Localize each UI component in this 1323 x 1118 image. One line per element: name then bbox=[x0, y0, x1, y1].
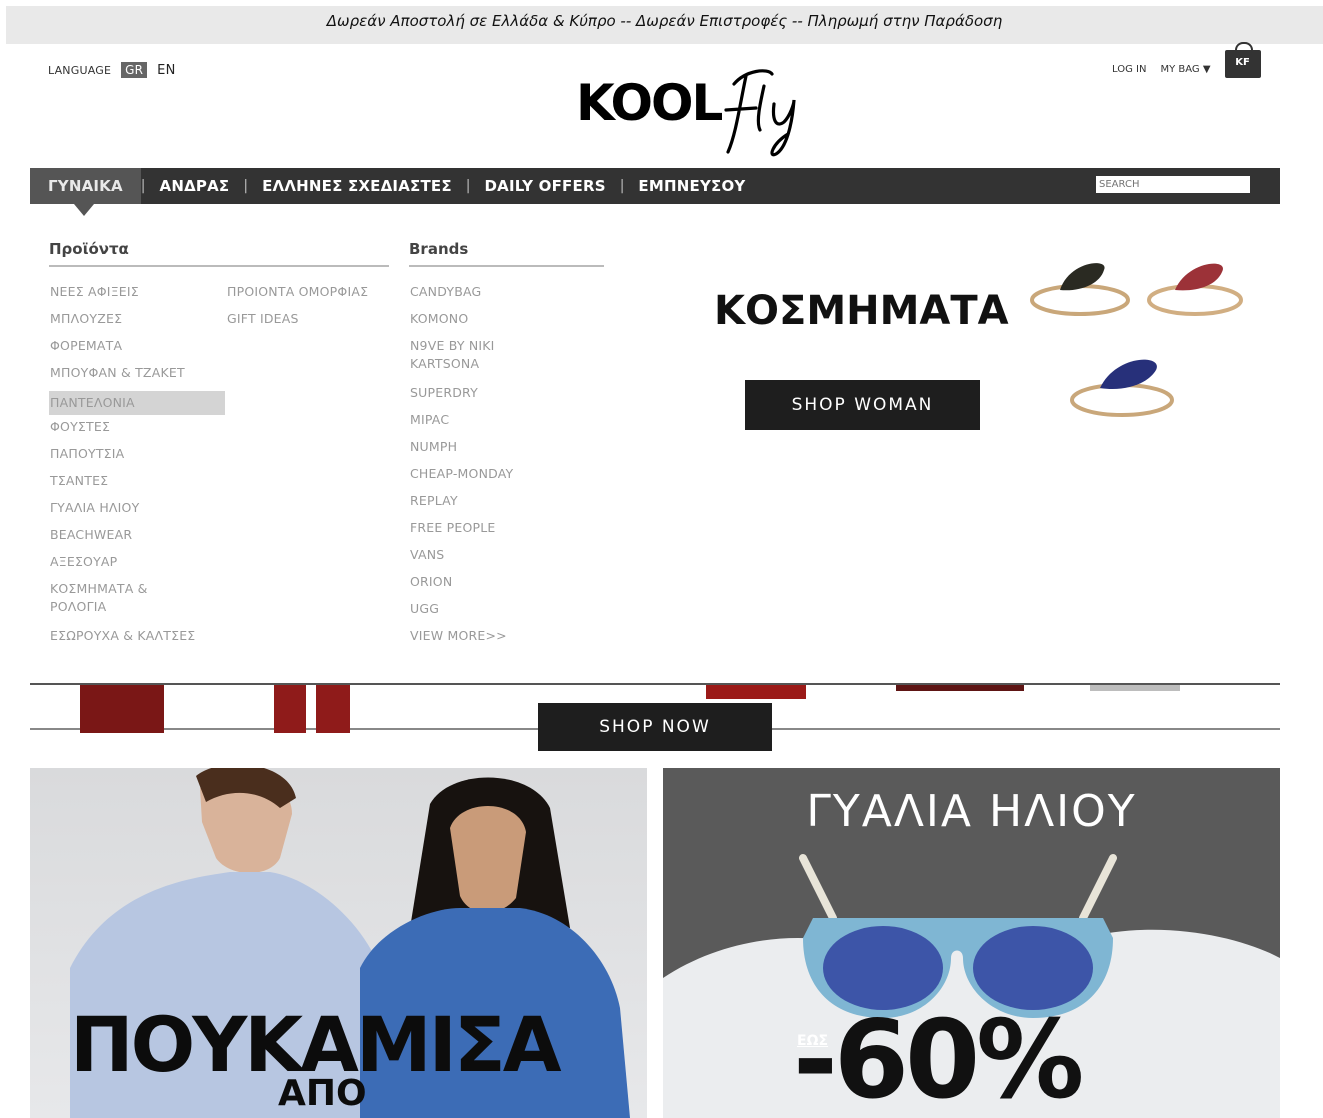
brand-item[interactable]: NUMPH bbox=[409, 438, 585, 465]
brand-item[interactable]: VANS bbox=[409, 546, 585, 573]
menu-item-skirts[interactable]: ΦΟΥΣΤΕΣ bbox=[49, 418, 225, 445]
menu-item-blouses[interactable]: ΜΠΛΟΥΖΕΣ bbox=[49, 310, 225, 337]
lang-gr-button[interactable]: GR bbox=[121, 62, 148, 78]
shop-now-button[interactable]: SHOP NOW bbox=[538, 703, 772, 751]
brand-item[interactable]: CHEAP-MONDAY bbox=[409, 465, 585, 492]
menu-item-gift-ideas[interactable]: GIFT IDEAS bbox=[226, 310, 402, 337]
nav-item-greek-designers[interactable]: ΕΛΛΗΝΕΣ ΣΧΕΔΙΑΣΤΕΣ bbox=[248, 168, 466, 204]
shirts-subline: ΑΠΟ bbox=[278, 1073, 367, 1114]
products-column-1: ΝΕΕΣ ΑΦΙΞΕΙΣ ΜΠΛΟΥΖΕΣ ΦΟΡΕΜΑΤΑ ΜΠΟΥΦΑΝ &… bbox=[49, 283, 225, 654]
login-link[interactable]: LOG IN bbox=[1112, 64, 1146, 75]
nav-item-inspire[interactable]: ΕΜΠΝΕΥΣΟΥ bbox=[624, 168, 759, 204]
menu-item-underwear[interactable]: ΕΣΩΡΟΥΧΑ & ΚΑΛΤΣΕΣ bbox=[49, 627, 225, 654]
menu-item-bags[interactable]: ΤΣΑΝΤΕΣ bbox=[49, 472, 225, 499]
sunglasses-banner[interactable]: ΓΥΑΛΙΑ ΗΛΙΟΥ -60% ΕΩΣ bbox=[663, 768, 1280, 1118]
brand-item[interactable]: REPLAY bbox=[409, 492, 585, 519]
language-selector: LANGUAGE GR EN bbox=[48, 62, 176, 78]
brand-item[interactable]: N9VE BY NIKI KARTSONA bbox=[409, 337, 519, 384]
menu-item-jackets[interactable]: ΜΠΟΥΦΑΝ & ΤΖΑΚΕΤ bbox=[49, 364, 225, 391]
brand-item[interactable]: KOMONO bbox=[409, 310, 585, 337]
menu-item-beauty[interactable]: ΠΡΟΙΟΝΤΑ ΟΜΟΡΦΙΑΣ bbox=[226, 283, 402, 310]
menu-item-trousers[interactable]: ΠΑΝΤΕΛΟΝΙΑ bbox=[49, 391, 225, 415]
rings-image bbox=[1030, 263, 1243, 417]
jewelry-promo-title: ΚΟΣΜΗΜΑΤΑ bbox=[714, 288, 1009, 334]
view-more-link[interactable]: VIEW MORE>> bbox=[409, 627, 585, 654]
products-column-2: ΠΡΟΙΟΝΤΑ ΟΜΟΡΦΙΑΣ GIFT IDEAS bbox=[226, 283, 402, 337]
discount-value: -60% bbox=[793, 998, 1084, 1118]
products-heading: Προϊόντα bbox=[49, 240, 129, 258]
logo-script-fly bbox=[724, 69, 796, 157]
nav-item-daily-offers[interactable]: DAILY OFFERS bbox=[471, 168, 620, 204]
menu-item-beachwear[interactable]: BEACHWEAR bbox=[49, 526, 225, 553]
shop-woman-button[interactable]: SHOP WOMAN bbox=[745, 380, 980, 430]
brands-heading: Brands bbox=[409, 240, 469, 258]
menu-item-shoes[interactable]: ΠΑΠΟΥΤΣΙΑ bbox=[49, 445, 225, 472]
brand-item[interactable]: MIPAC bbox=[409, 411, 585, 438]
site-logo[interactable]: KOOL bbox=[576, 64, 816, 160]
brand-item[interactable]: CANDYBAG bbox=[409, 283, 585, 310]
main-nav: ΓΥΝΑΙΚΑ | ΑΝΔΡΑΣ | ΕΛΛΗΝΕΣ ΣΧΕΔΙΑΣΤΕΣ | … bbox=[30, 168, 1280, 216]
nav-item-men[interactable]: ΑΝΔΡΑΣ bbox=[146, 168, 244, 204]
shopping-bag-icon[interactable]: KF bbox=[1224, 42, 1261, 78]
brands-divider bbox=[409, 265, 604, 267]
brands-column: CANDYBAG KOMONO N9VE BY NIKI KARTSONA SU… bbox=[409, 283, 585, 654]
discount-prefix: ΕΩΣ bbox=[797, 1033, 829, 1049]
promo-bar: Δωρεάν Αποστολή σε Ελλάδα & Κύπρο -- Δωρ… bbox=[6, 6, 1323, 44]
menu-item-new-arrivals[interactable]: ΝΕΕΣ ΑΦΙΞΕΙΣ bbox=[49, 283, 225, 310]
lang-en-button[interactable]: EN bbox=[157, 63, 175, 78]
brand-item[interactable]: ORION bbox=[409, 573, 585, 600]
menu-item-accessories[interactable]: ΑΞΕΣΟΥΑΡ bbox=[49, 553, 225, 580]
brand-item[interactable]: SUPERDRY bbox=[409, 384, 585, 411]
my-bag-dropdown[interactable]: MY BAG ▼ bbox=[1160, 64, 1210, 75]
menu-item-dresses[interactable]: ΦΟΡΕΜΑΤΑ bbox=[49, 337, 225, 364]
brand-item[interactable]: UGG bbox=[409, 600, 585, 627]
nav-item-women[interactable]: ΓΥΝΑΙΚΑ bbox=[30, 168, 141, 216]
search-input[interactable] bbox=[1096, 176, 1250, 193]
logo-text: KOOL bbox=[576, 74, 723, 132]
brand-item[interactable]: FREE PEOPLE bbox=[409, 519, 585, 546]
language-label: LANGUAGE bbox=[48, 63, 112, 77]
menu-item-sunglasses[interactable]: ΓΥΑΛΙΑ ΗΛΙΟΥ bbox=[49, 499, 225, 526]
shirts-banner[interactable]: ΠΟΥΚΑΜΙΣΑ ΑΠΟ bbox=[30, 768, 647, 1118]
account-area: LOG IN MY BAG ▼ KF bbox=[1112, 42, 1261, 78]
products-divider bbox=[49, 265, 389, 267]
menu-item-jewelry-watches[interactable]: ΚΟΣΜΗΜΑΤΑ & ΡΟΛΟΓΙΑ bbox=[49, 580, 159, 627]
